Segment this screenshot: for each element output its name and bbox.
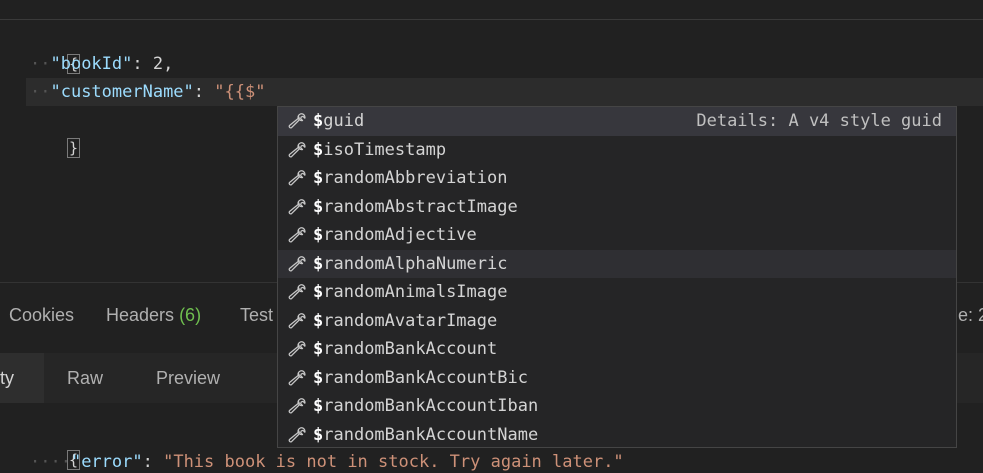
- suggestion-item[interactable]: $randomAvatarImage: [278, 307, 956, 336]
- suggestion-label: $randomAdjective: [313, 225, 477, 245]
- wrench-icon: [286, 339, 306, 359]
- suggestion-item[interactable]: $randomAlphaNumeric: [278, 249, 956, 278]
- wrench-icon: [286, 282, 306, 302]
- suggestion-detail: Details: A v4 style guid: [696, 111, 942, 131]
- suggestion-item[interactable]: $randomBankAccountIban: [278, 392, 956, 421]
- wrench-icon: [286, 254, 306, 274]
- wrench-icon: [286, 225, 306, 245]
- tab-cookies[interactable]: Cookies: [9, 305, 74, 326]
- wrench-icon: [286, 197, 306, 217]
- headers-count: (6): [179, 305, 202, 325]
- response-error-line: ····"error": "This book is not in stock.…: [30, 452, 624, 472]
- customername-key: "customerName": [50, 82, 194, 102]
- suggestion-label: $randomAnimalsImage: [313, 282, 508, 302]
- suggestion-label: $randomAlphaNumeric: [313, 253, 508, 274]
- suggestion-item[interactable]: $guid Details: A v4 style guid: [278, 107, 956, 136]
- suggestion-label: $randomBankAccountName: [313, 424, 539, 445]
- wrench-icon: [286, 396, 306, 416]
- suggestion-item[interactable]: $randomBankAccount: [278, 335, 956, 364]
- response-status-cut: e: 2: [958, 305, 983, 325]
- wrench-icon: [286, 140, 306, 160]
- suggestion-label: $randomAvatarImage: [313, 310, 498, 331]
- close-brace: }: [66, 138, 80, 158]
- wrench-icon: [286, 311, 306, 331]
- suggestion-item[interactable]: $randomAbbreviation: [278, 164, 956, 193]
- code-line-customername: ··"customerName": "{{$": [30, 82, 266, 102]
- tab-preview[interactable]: Preview: [156, 353, 220, 403]
- code-line-close: }: [26, 106, 80, 158]
- suggestion-label: $randomAbstractImage: [313, 196, 518, 217]
- wrench-icon: [286, 368, 306, 388]
- response-open-line: {: [26, 418, 80, 470]
- suggestion-label: $randomAbbreviation: [313, 168, 508, 188]
- bookid-value: 2: [152, 54, 164, 74]
- suggestion-label: $randomBankAccountBic: [313, 367, 528, 388]
- suggestion-item[interactable]: $randomAnimalsImage: [278, 278, 956, 307]
- suggestion-label: $randomBankAccountIban: [313, 396, 539, 416]
- suggestion-item[interactable]: $randomBankAccountName: [278, 421, 956, 450]
- suggestion-item[interactable]: $isoTimestamp: [278, 136, 956, 165]
- code-line-open: {: [26, 22, 80, 74]
- customername-value: "{{$": [214, 82, 266, 102]
- wrench-icon: [286, 425, 306, 445]
- wrench-icon: [286, 111, 306, 131]
- suggestion-item[interactable]: $randomBankAccountBic: [278, 364, 956, 393]
- suggestion-item[interactable]: $randomAbstractImage: [278, 193, 956, 222]
- wrench-icon: [286, 168, 306, 188]
- autocomplete-suggest-widget[interactable]: $guid Details: A v4 style guid $isoTimesta…: [277, 106, 957, 448]
- suggestion-label: $isoTimestamp: [313, 139, 447, 160]
- suggestion-label: $guid: [313, 111, 365, 131]
- top-bar: [0, 0, 983, 20]
- tab-pretty[interactable]: ty: [0, 353, 44, 403]
- suggestion-label: $randomBankAccount: [313, 339, 498, 359]
- code-line-bookid: ··"bookId": 2,: [30, 54, 174, 74]
- tab-raw[interactable]: Raw: [67, 353, 103, 403]
- tab-tests[interactable]: Test: [240, 305, 273, 326]
- tab-headers[interactable]: Headers (6): [106, 305, 201, 326]
- error-value: "This book is not in stock. Try again la…: [163, 452, 624, 472]
- error-key: "error": [70, 452, 143, 472]
- suggestion-item[interactable]: $randomAdjective: [278, 221, 956, 250]
- bookid-key: "bookId": [50, 54, 133, 74]
